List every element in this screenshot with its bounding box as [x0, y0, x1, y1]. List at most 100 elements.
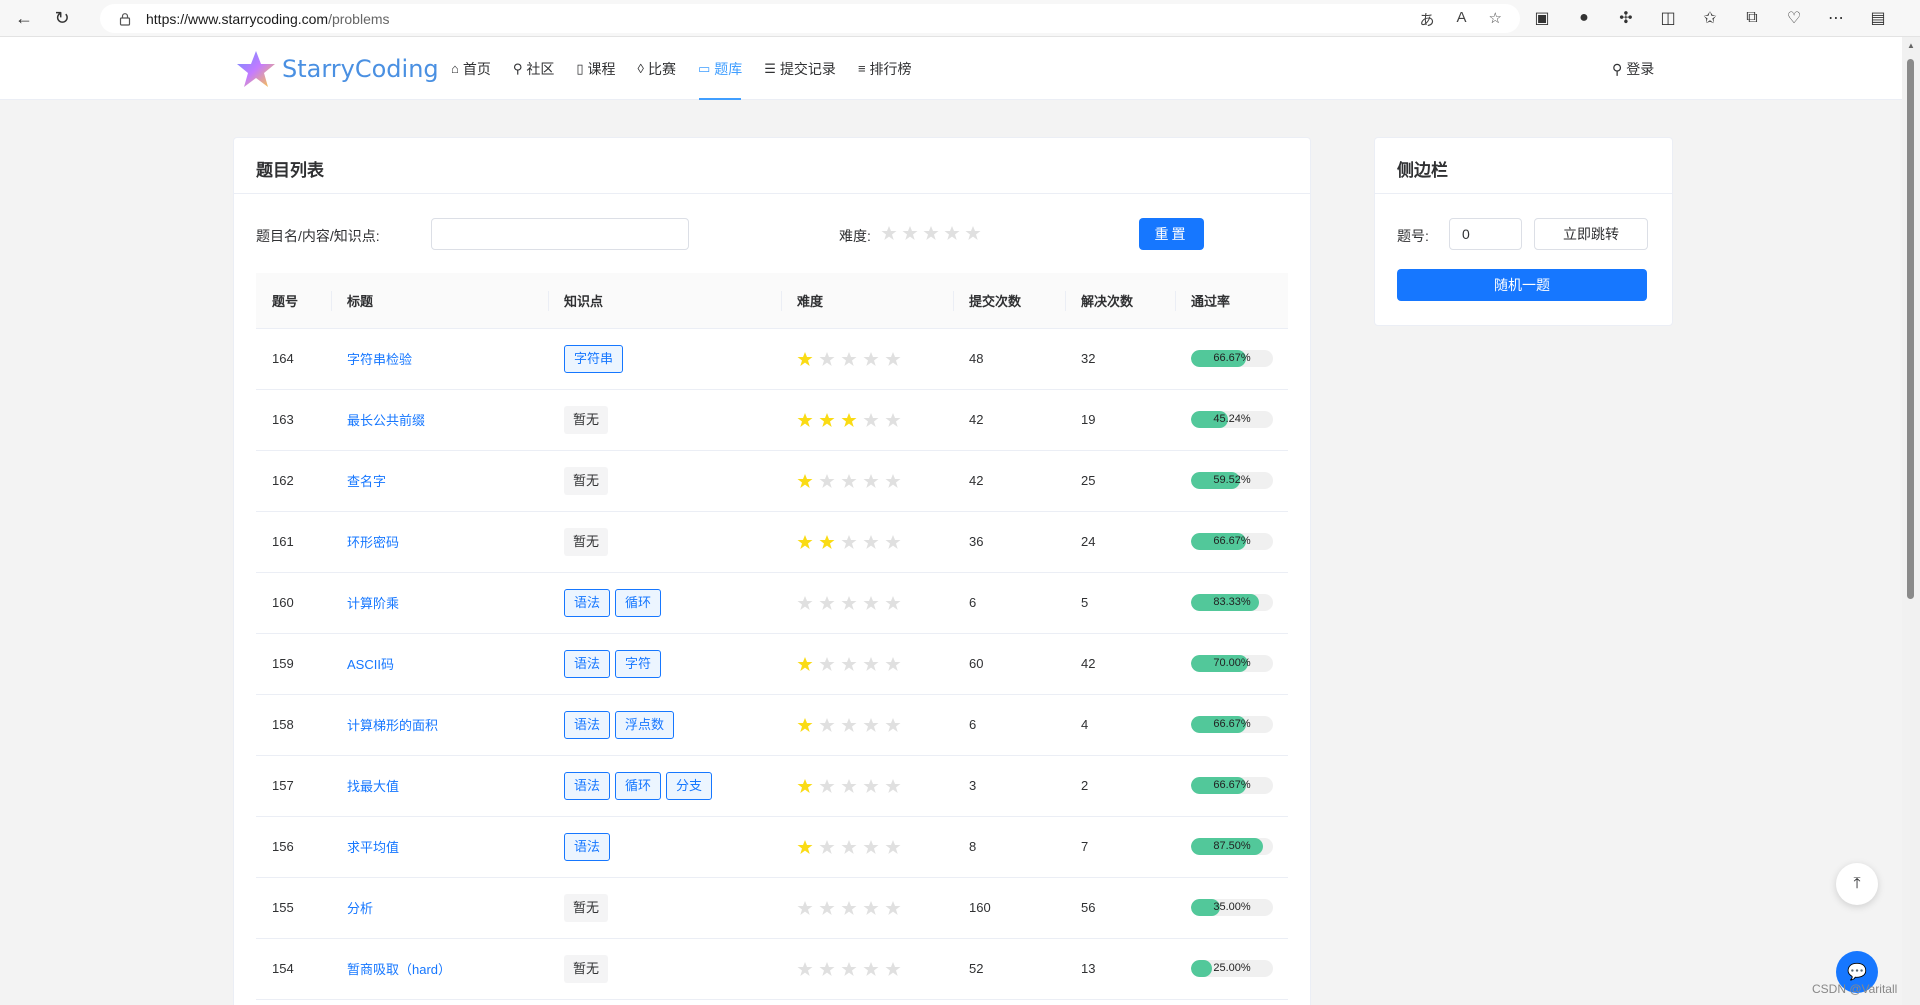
table-row[interactable]: 158 计算梯形的面积 语法 浮点数 6 4 66.67%	[256, 694, 1288, 755]
puzzle-icon[interactable]: ✣	[1614, 6, 1638, 30]
profile-extension-icon[interactable]: ●	[1572, 6, 1596, 30]
problem-title-link[interactable]: 字符串检验	[347, 352, 412, 367]
problem-title-link[interactable]: 计算梯形的面积	[347, 718, 438, 733]
difficulty-star-icon	[885, 778, 901, 793]
knowledge-tag[interactable]: 语法	[564, 588, 611, 617]
knowledge-tag[interactable]: 语法	[564, 710, 611, 739]
table-row[interactable]: 154 暂商吸取（hard） 暂无 52 13 25.00%	[256, 938, 1288, 999]
pass-rate-bar: 66.67%	[1191, 350, 1273, 367]
knowledge-tag[interactable]: 分支	[666, 771, 713, 800]
pass-rate-bar: 35.00%	[1191, 899, 1273, 916]
pass-rate-text: 59.52%	[1213, 474, 1251, 486]
tag-cell: 暂无	[548, 389, 781, 450]
read-aloud-icon[interactable]: A	[1457, 9, 1467, 30]
site-logo[interactable]: StarryCoding	[236, 49, 439, 89]
pass-rate-bar: 25.00%	[1191, 960, 1273, 977]
tag-cell: 暂无	[548, 511, 781, 572]
problem-title-link[interactable]: 暂商吸取（hard）	[347, 962, 451, 977]
column-header: 提交次数	[953, 273, 1065, 329]
problem-title-link[interactable]: 查名字	[347, 474, 386, 489]
submit-count: 8	[969, 839, 977, 854]
page-scrollbar[interactable]: ▲	[1902, 37, 1920, 1005]
menu-item-4[interactable]: ▭ 题库	[687, 37, 753, 100]
table-row[interactable]: 164 字符串检验 字符串 48 32 66.67%	[256, 328, 1288, 389]
pass-rate-bar: 83.33%	[1191, 594, 1273, 611]
favorites-icon[interactable]: ✩	[1698, 6, 1722, 30]
table-row[interactable]: 159 ASCII码 语法 字符 60 42 70.00%	[256, 633, 1288, 694]
scroll-up-icon[interactable]: ▲	[1907, 41, 1915, 50]
knowledge-tag[interactable]: 语法	[564, 832, 611, 861]
difficulty-star-icon	[885, 656, 901, 671]
table-row[interactable]: 160 计算阶乘 语法 循环 6 5 83.33%	[256, 572, 1288, 633]
problem-title-link[interactable]: 分析	[347, 901, 373, 916]
problem-title-link[interactable]: 最长公共前缀	[347, 413, 425, 428]
knowledge-tag[interactable]: 字符	[615, 649, 662, 678]
extension-icon[interactable]: ▣	[1530, 6, 1554, 30]
difficulty-star-icon	[885, 534, 901, 549]
table-row[interactable]: 156 求平均值 语法 8 7 87.50%	[256, 816, 1288, 877]
performance-icon[interactable]: ♡	[1782, 6, 1806, 30]
difficulty-star-icon	[863, 961, 879, 976]
difficulty-star-icon	[863, 595, 879, 610]
table-row[interactable]: 155 分析 暂无 160 56 35.00%	[256, 877, 1288, 938]
problem-id: 163	[272, 412, 294, 427]
star-logo-icon	[237, 51, 275, 87]
difficulty-star-icon	[797, 717, 813, 732]
solved-count: 56	[1081, 900, 1096, 915]
menu-item-1[interactable]: ⚲ 社区	[502, 37, 566, 100]
jump-button[interactable]: 立即跳转	[1534, 218, 1648, 250]
login-button[interactable]: ⚲ 登录	[1612, 59, 1654, 79]
table-row[interactable]: 163 最长公共前缀 暂无 42 19 45.24%	[256, 389, 1288, 450]
scroll-thumb[interactable]	[1907, 59, 1914, 599]
difficulty-star-icon	[863, 473, 879, 488]
address-bar[interactable]: https://www.starrycoding.com/problems あ …	[100, 4, 1520, 33]
main-menu: ⌂ 首页 ⚲ 社区 ▯ 课程 ◊ 比赛 ▭ 题库 ☰ 提交记录 ≡ 排行榜	[440, 37, 923, 100]
knowledge-tag[interactable]: 语法	[564, 649, 611, 678]
knowledge-tag[interactable]: 浮点数	[615, 710, 675, 739]
pass-rate-bar: 66.67%	[1191, 533, 1273, 550]
menu-item-5[interactable]: ☰ 提交记录	[753, 37, 847, 100]
problem-title-link[interactable]: 找最大值	[347, 779, 399, 794]
menu-item-2[interactable]: ▯ 课程	[565, 37, 626, 100]
knowledge-tag[interactable]: 字符串	[564, 344, 624, 373]
difficulty-filter-stars[interactable]	[881, 225, 981, 241]
home-icon: ⌂	[451, 61, 459, 76]
collections-icon[interactable]: ⧉	[1740, 6, 1764, 30]
menu-item-3[interactable]: ◊ 比赛	[627, 37, 687, 100]
problem-id: 157	[272, 778, 294, 793]
problem-number-label: 题号:	[1397, 228, 1429, 244]
more-icon[interactable]: ⋯	[1824, 6, 1848, 30]
table-row[interactable]: 162 查名字 暂无 42 25 59.52%	[256, 450, 1288, 511]
favorite-star-icon[interactable]: ☆	[1489, 9, 1502, 30]
translate-icon[interactable]: あ	[1420, 9, 1435, 30]
menu-item-6[interactable]: ≡ 排行榜	[847, 37, 923, 100]
back-to-top-button[interactable]: ⤒	[1836, 863, 1878, 905]
problem-title-link[interactable]: 计算阶乘	[347, 596, 399, 611]
solved-count: 25	[1081, 473, 1096, 488]
knowledge-tag[interactable]: 语法	[564, 771, 611, 800]
split-screen-icon[interactable]: ◫	[1656, 6, 1680, 30]
problem-title-link[interactable]: 环形密码	[347, 535, 399, 550]
problem-number-input[interactable]: 0	[1449, 218, 1522, 250]
difficulty-star-icon	[819, 778, 835, 793]
difficulty-star-icon	[841, 717, 857, 732]
table-row[interactable]: 161 环形密码 暂无 36 24 66.67%	[256, 511, 1288, 572]
knowledge-tag[interactable]: 循环	[615, 588, 662, 617]
random-problem-button[interactable]: 随机一题	[1397, 269, 1647, 301]
problem-title-link[interactable]: 求平均值	[347, 840, 399, 855]
browser-toolbar: ← ↻ https://www.starrycoding.com/problem…	[0, 0, 1920, 37]
table-row[interactable]: 157 找最大值 语法 循环 分支 3 2 66.67%	[256, 755, 1288, 816]
problem-title-link[interactable]: ASCII码	[347, 657, 394, 672]
back-icon[interactable]: ←	[10, 4, 38, 32]
knowledge-tag[interactable]: 循环	[615, 771, 662, 800]
difficulty-star-icon	[885, 351, 901, 366]
reset-button[interactable]: 重置	[1139, 218, 1204, 250]
menu-item-0[interactable]: ⌂ 首页	[440, 37, 502, 100]
difficulty-star-icon	[885, 595, 901, 610]
submit-count: 42	[969, 412, 984, 427]
pass-rate-text: 83.33%	[1213, 596, 1251, 608]
sidebar-toggle-icon[interactable]: ▤	[1866, 6, 1890, 30]
refresh-icon[interactable]: ↻	[48, 4, 76, 32]
difficulty-star-icon	[797, 900, 813, 915]
search-input[interactable]	[431, 218, 689, 250]
